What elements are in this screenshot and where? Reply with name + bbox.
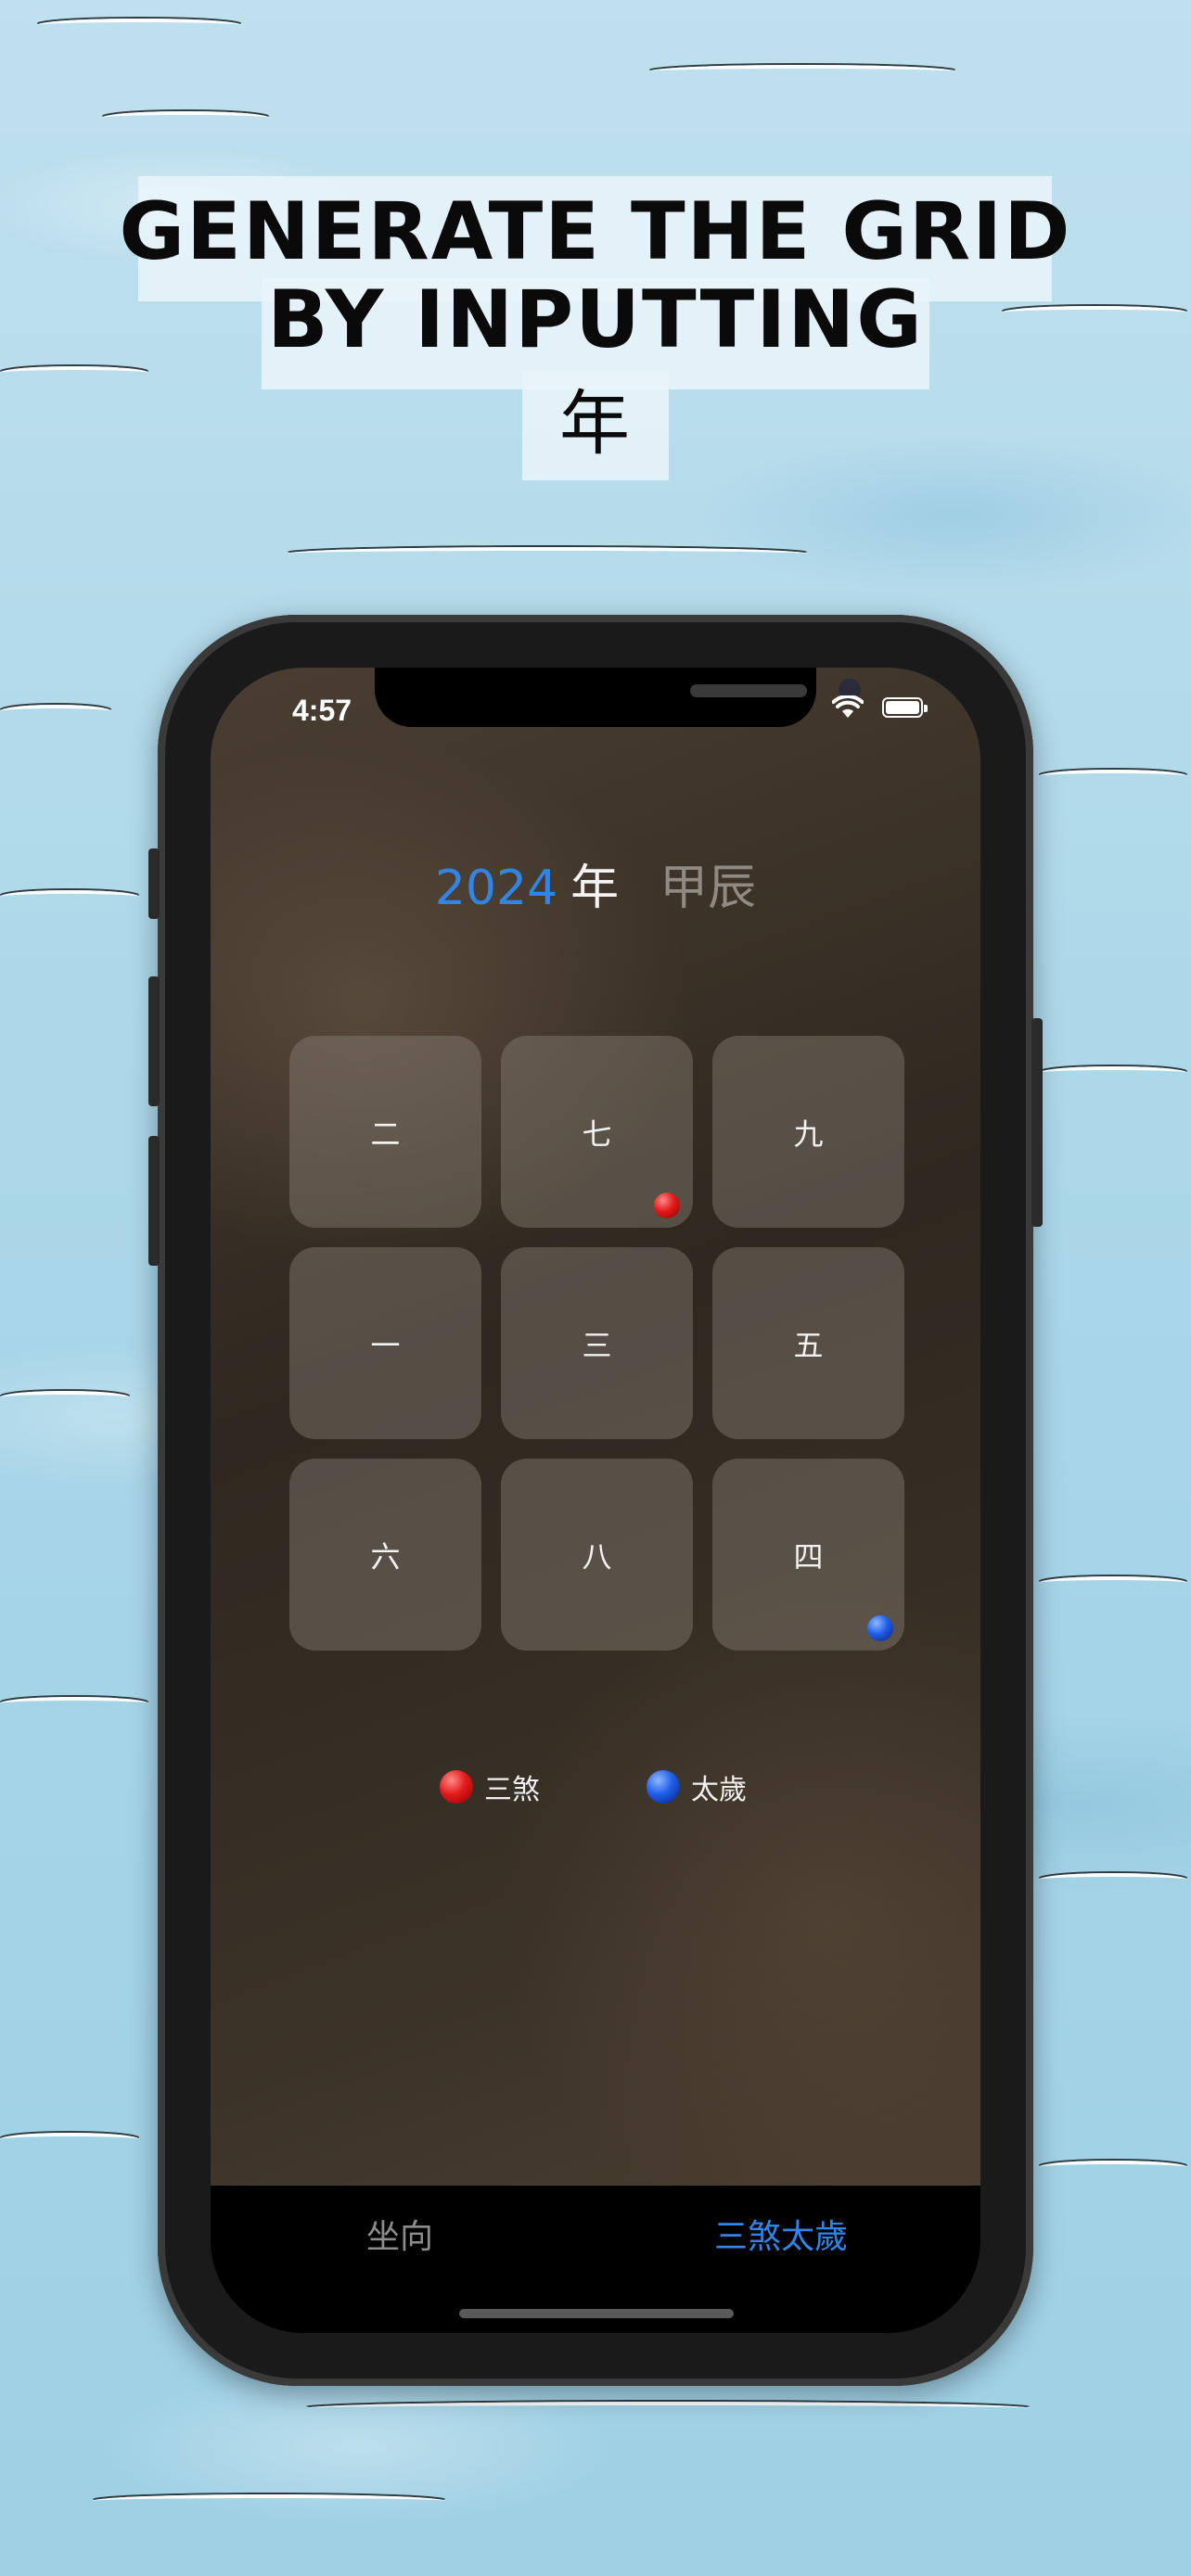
wave-decoration	[1039, 1066, 1187, 1079]
wave-decoration	[288, 547, 807, 560]
battery-icon	[882, 697, 928, 718]
taisui-marker	[867, 1615, 893, 1641]
mute-switch	[148, 848, 160, 919]
wave-decoration	[1039, 2161, 1187, 2174]
wave-decoration	[0, 2133, 139, 2146]
wave-decoration	[0, 705, 111, 718]
volume-down-button	[148, 1136, 160, 1266]
wifi-icon	[832, 695, 864, 718]
headline-line-3: 年	[559, 382, 632, 465]
legend-sansha-label: 三煞	[484, 1774, 540, 1806]
grid-cell-e[interactable]: 五	[712, 1247, 904, 1439]
grid-cell-sw[interactable]: 六	[289, 1459, 481, 1651]
ganzhi-label: 甲辰	[660, 861, 757, 916]
red-dot-icon	[440, 1770, 473, 1804]
notch	[375, 668, 861, 727]
status-time: 4:57	[292, 694, 352, 727]
wave-decoration	[0, 890, 139, 903]
year-suffix: 年	[570, 861, 620, 916]
legend-taisui: 太歲	[647, 1766, 747, 1807]
tab-zuoxiang[interactable]: 坐向	[366, 2210, 433, 2258]
wave-decoration	[306, 2402, 1030, 2415]
volume-up-button	[148, 976, 160, 1106]
year-display[interactable]: 2024 年甲辰	[211, 848, 980, 918]
headline-line-2: BY INPUTTING	[267, 274, 924, 366]
wave-decoration	[1039, 1576, 1187, 1589]
grid-cell-n[interactable]: 七	[501, 1036, 693, 1228]
wave-decoration	[0, 1391, 130, 1404]
nine-star-grid: 二 七 九 一 三 五 六 八 四	[289, 1036, 904, 1651]
phone-frame: 4:57 2024 年甲辰 二 七 九 一 三 五 六 八 四 三煞 太歲 坐向…	[148, 615, 1043, 2386]
grid-cell-s[interactable]: 八	[501, 1459, 693, 1651]
grid-cell-ne[interactable]: 九	[712, 1036, 904, 1228]
tab-bar: 坐向 三煞太歲	[211, 2186, 980, 2333]
tab-sansha-taisui[interactable]: 三煞太歲	[714, 2210, 848, 2258]
wave-decoration	[0, 1697, 148, 1710]
grid-cell-w[interactable]: 一	[289, 1247, 481, 1439]
grid-cell-se[interactable]: 四	[712, 1459, 904, 1651]
grid-cell-label: 七	[582, 1116, 612, 1152]
headline-line-1: GENERATE THE GRID	[119, 185, 1072, 278]
grid-cell-center[interactable]: 三	[501, 1247, 693, 1439]
wave-decoration	[1039, 770, 1187, 783]
wave-decoration	[1039, 1873, 1187, 1886]
blue-dot-icon	[647, 1770, 680, 1804]
legend-taisui-label: 太歲	[691, 1774, 747, 1806]
app-screen: 4:57 2024 年甲辰 二 七 九 一 三 五 六 八 四 三煞 太歲 坐向…	[211, 668, 980, 2333]
grid-cell-nw[interactable]: 二	[289, 1036, 481, 1228]
power-button	[1031, 1018, 1043, 1227]
wave-decoration	[102, 111, 269, 124]
legend-sansha: 三煞	[440, 1766, 540, 1807]
wave-decoration	[649, 65, 955, 78]
grid-cell-label: 四	[793, 1538, 824, 1575]
sansha-marker	[654, 1192, 680, 1218]
wave-decoration	[37, 19, 241, 32]
earpiece-speaker	[690, 684, 807, 697]
year-input[interactable]: 2024	[435, 861, 557, 916]
wave-decoration	[93, 2494, 445, 2507]
home-indicator[interactable]	[459, 2309, 734, 2318]
